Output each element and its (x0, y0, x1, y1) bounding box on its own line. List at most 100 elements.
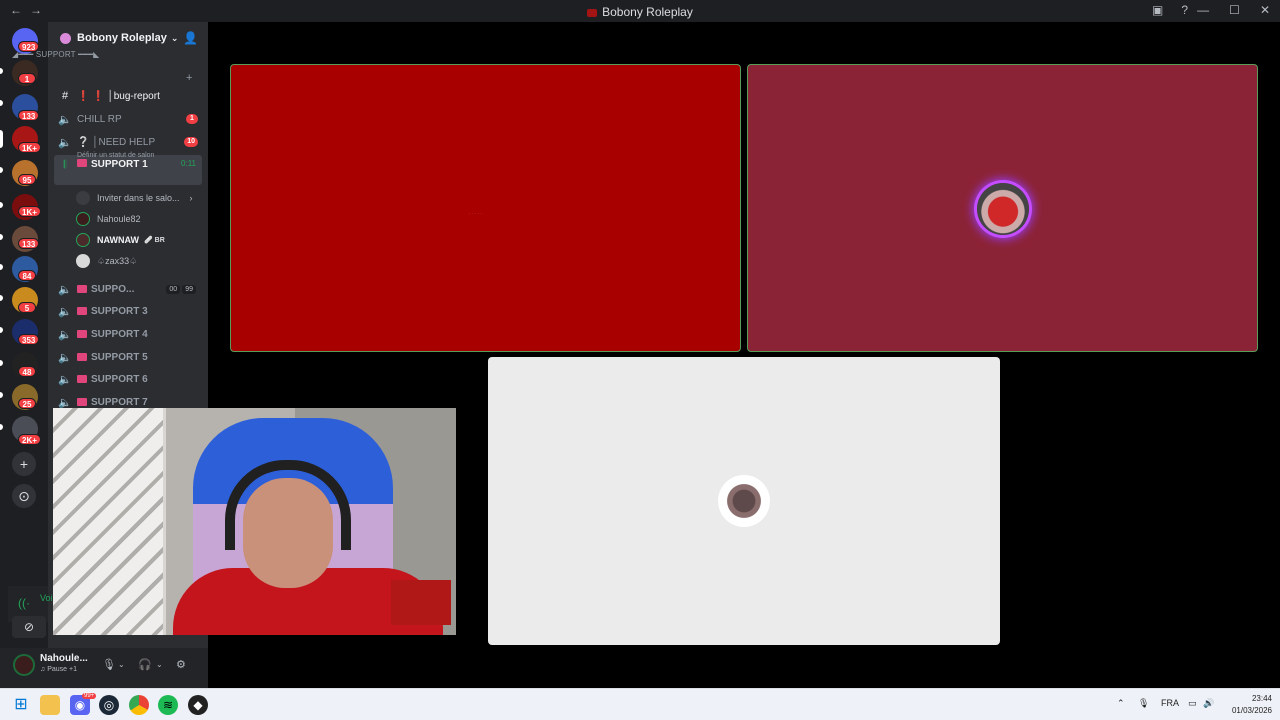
explore-icon[interactable]: ⊙ (12, 484, 36, 508)
mention-badge: 1 (186, 114, 198, 124)
close-button[interactable]: ✕ (1260, 3, 1270, 17)
window-title: Bobony Roleplay (0, 5, 1280, 19)
taskbar-clock[interactable]: 23:44 01/03/2026 (1232, 693, 1272, 717)
unread-pip (0, 360, 3, 366)
avatar (76, 254, 90, 268)
language-indicator[interactable]: FRA (1161, 698, 1179, 708)
avatar (76, 212, 90, 226)
channel-bug-report[interactable]: # ❗ ❗ │bug-report (54, 86, 202, 106)
avatar (76, 233, 90, 247)
inbox-icon[interactable]: ▣ (1152, 3, 1163, 17)
windows-taskbar: ⊞ ◉ 99+ ◎ ≋ ◆ ⌃ 🎙 FRA ▭ 🔊 23:44 01/03/20… (0, 688, 1280, 720)
video-tile-screen[interactable]: ····· (230, 64, 741, 352)
voice-active-icon: 𝄃 (63, 159, 67, 171)
server-badge: 2K+ (18, 434, 41, 445)
background-shelf (53, 408, 163, 635)
video-tile-participant[interactable] (488, 357, 1000, 645)
speaker-icon: 🔈 (58, 373, 72, 386)
invite-to-channel[interactable]: Inviter dans le salo... › (76, 189, 193, 207)
network-icon[interactable]: ▭ (1188, 698, 1197, 709)
speaker-icon: 🔈 (58, 283, 72, 296)
spotify-icon[interactable]: ≋ (158, 695, 178, 715)
chevron-down-icon[interactable]: ⌄ (118, 660, 125, 669)
speaker-icon: 🔈 (58, 328, 72, 341)
file-explorer-icon[interactable] (40, 695, 60, 715)
unread-pip (0, 392, 3, 398)
voice-user[interactable]: NAWNAW 🩹 BR (76, 231, 165, 249)
camera-off-button[interactable]: ⊘ (12, 616, 46, 638)
speaker-icon: 🔈 (58, 113, 72, 126)
speaker-icon: 🔈 (58, 396, 72, 409)
server-badge: 1K+ (18, 142, 41, 153)
user-panel: Nahoule... ♫ Pause +1 🎙 ⌄ 🎧 ⌄ ⚙ (0, 648, 208, 688)
app-icon[interactable]: ◆ (188, 695, 208, 715)
speaker-icon: 🔈 (58, 305, 72, 318)
channel-status[interactable]: Définir un statut de salon (77, 152, 154, 159)
call-timer: 0:11 (181, 159, 196, 168)
stream-preview: ····· (469, 211, 484, 215)
channel-support-5[interactable]: 🔈 SUPPORT 5 (54, 347, 202, 367)
unread-pip (0, 167, 3, 173)
tray-expand-icon[interactable]: ⌃ (1117, 698, 1125, 709)
channel-support-3[interactable]: 🔈 SUPPORT 3 (54, 301, 202, 321)
guild-name: Bobony Roleplay (77, 32, 167, 44)
windows-start-icon[interactable]: ⊞ (11, 695, 31, 715)
user-limit: 00 99 (166, 284, 196, 294)
settings-gear-icon[interactable]: ⚙ (176, 658, 186, 671)
speaker-icon: 🔈 (58, 136, 72, 149)
channel-support-6[interactable]: 🔈 SUPPORT 6 (54, 369, 202, 389)
unread-pip (0, 68, 3, 74)
channel-support-1[interactable]: 𝄃 SUPPORT 1 0:11 (54, 155, 202, 185)
tray-microphone-icon[interactable]: 🎙 (1138, 698, 1149, 709)
server-badge: 5 (18, 302, 36, 313)
unread-pip (0, 264, 3, 270)
chrome-icon[interactable] (129, 695, 149, 715)
video-tile-speaking[interactable] (747, 64, 1258, 352)
unread-pip (0, 100, 3, 106)
participant-avatar (718, 475, 770, 527)
avatar[interactable] (13, 654, 35, 676)
sos-icon (77, 353, 87, 361)
unread-pip (0, 295, 3, 301)
headphones-icon[interactable]: 🎧 (138, 658, 152, 671)
user-tag: 🩹 BR (144, 237, 165, 244)
server-logo-icon (587, 8, 598, 17)
sos-icon (77, 330, 87, 338)
minimize-button[interactable]: — (1197, 3, 1209, 17)
voice-status: Voi (40, 593, 53, 603)
speaker-icon: 🔈 (58, 351, 72, 364)
add-user-icon (76, 191, 90, 205)
volume-icon[interactable]: 🔊 (1203, 698, 1214, 709)
mention-badge: 10 (184, 137, 198, 147)
server-badge: 1K+ (18, 206, 41, 217)
unread-pip (0, 424, 3, 430)
maximize-button[interactable]: ☐ (1229, 3, 1240, 17)
chevron-down-icon[interactable]: ⌄ (156, 660, 163, 669)
server-badge: 95 (18, 174, 36, 185)
server-badge: 48 (18, 366, 36, 377)
server-badge: 133 (18, 110, 40, 121)
unread-pip (0, 234, 3, 240)
channel-need-help[interactable]: 🔈 ❔ │NEED HELP 10 (54, 132, 202, 152)
chevron-right-icon: › (189, 193, 193, 203)
user-status: ♫ Pause +1 (40, 666, 77, 673)
channel-chill-rp[interactable]: 🔈 CHILL RP 1 (54, 109, 202, 129)
help-icon[interactable]: ? (1181, 3, 1188, 17)
participant-avatar (977, 183, 1029, 235)
title-bar: ←→ Bobony Roleplay ▣ ? — ☐ ✕ (0, 0, 1280, 22)
microphone-icon[interactable]: 🎙 (102, 658, 116, 671)
voice-user[interactable]: Nahoule82 (76, 210, 141, 228)
sos-icon (77, 307, 87, 315)
invite-people-icon[interactable]: 👤 (183, 31, 198, 45)
voice-user[interactable]: ♤zax33♤ (76, 252, 137, 270)
channel-support-4[interactable]: 🔈 SUPPORT 4 (54, 324, 202, 344)
sos-icon (77, 285, 87, 293)
selected-pip (0, 130, 3, 148)
channel-support-2[interactable]: 🔈 SUPPO... 00 99 (54, 279, 202, 299)
guild-boost-icon (60, 32, 71, 44)
background-box (391, 580, 451, 625)
steam-icon[interactable]: ◎ (99, 695, 119, 715)
add-server-icon[interactable]: + (12, 452, 36, 476)
sos-icon (77, 159, 87, 167)
category-support[interactable]: ◢━━━ SUPPORT ━━━◣ (12, 50, 99, 59)
